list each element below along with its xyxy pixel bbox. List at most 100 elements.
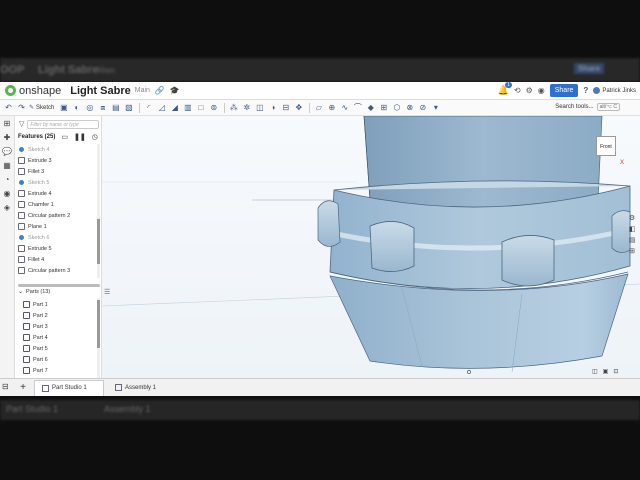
- feature-item[interactable]: Extrude 3: [18, 155, 96, 166]
- rib-icon[interactable]: ▥: [182, 103, 193, 113]
- draft-icon[interactable]: ◢: [169, 103, 180, 113]
- appearance-icon[interactable]: ▦: [2, 161, 12, 171]
- revolve-icon[interactable]: ◐: [71, 103, 82, 113]
- pause-icon[interactable]: ❚❚: [74, 133, 86, 141]
- link-icon[interactable]: 🔗: [155, 86, 165, 95]
- parts-scrollbar[interactable]: [97, 298, 100, 378]
- variables-icon[interactable]: ✚: [2, 133, 12, 143]
- surface-icon[interactable]: ◆: [365, 103, 376, 113]
- onshape-logo[interactable]: onshape: [5, 85, 61, 97]
- search-tools[interactable]: Search tools... alt/⌥ C: [555, 103, 620, 111]
- linear-pattern-icon[interactable]: ⁂: [228, 103, 239, 113]
- feature-item[interactable]: Extrude 5: [18, 243, 96, 254]
- features-icon[interactable]: ⊞: [2, 119, 12, 129]
- add-tab-button[interactable]: +: [16, 381, 30, 395]
- feature-item[interactable]: Sketch 5: [18, 177, 96, 188]
- plane-icon[interactable]: ▱: [313, 103, 324, 113]
- feature-item[interactable]: Plane 1: [18, 221, 96, 232]
- parts-header[interactable]: ⌄ Parts (13): [18, 288, 98, 296]
- fillet-icon[interactable]: ◜: [143, 103, 154, 113]
- branch-label[interactable]: Main: [135, 87, 150, 94]
- redo-icon[interactable]: ↷: [16, 103, 27, 113]
- document-title[interactable]: Light Sabre: [70, 85, 131, 97]
- filter-input[interactable]: Filter by name or type: [27, 119, 99, 129]
- graduation-cap-icon[interactable]: 🎓: [170, 86, 180, 95]
- part-studio-icon: [42, 384, 49, 392]
- sketch-button[interactable]: ✎ Sketch: [29, 104, 54, 112]
- feature-item[interactable]: Extrude 4: [18, 188, 96, 199]
- loft-icon[interactable]: ⧈: [97, 103, 108, 113]
- feature-item[interactable]: Fillet 3: [18, 166, 96, 177]
- thicken-icon[interactable]: ▤: [110, 103, 121, 113]
- part-item[interactable]: Part 3: [23, 321, 93, 332]
- feature-scrollbar[interactable]: [97, 144, 100, 278]
- share-button[interactable]: Share: [549, 84, 579, 97]
- part-item[interactable]: Part 4: [23, 332, 93, 343]
- transform-icon[interactable]: ✥: [293, 103, 304, 113]
- model-render[interactable]: [102, 116, 640, 378]
- expand-panel-icon[interactable]: ☰: [104, 288, 113, 298]
- part-item[interactable]: Part 6: [23, 354, 93, 365]
- bill-of-materials-icon[interactable]: ▤: [626, 236, 638, 244]
- sweep-icon[interactable]: ◎: [84, 103, 95, 113]
- mate-connector-icon[interactable]: ⊕: [326, 103, 337, 113]
- named-views-icon[interactable]: ⊡: [613, 368, 618, 375]
- feature-item[interactable]: Sketch 4: [18, 144, 96, 155]
- mass-properties-icon[interactable]: ⊞: [626, 247, 638, 255]
- part-item[interactable]: Part 5: [23, 343, 93, 354]
- mirror-icon[interactable]: ◫: [254, 103, 265, 113]
- more-tools-icon[interactable]: ▾: [430, 103, 441, 113]
- undo-history-icon[interactable]: ⟲: [514, 86, 521, 95]
- shell-icon[interactable]: □: [195, 103, 206, 113]
- tab-manager-icon[interactable]: ⊟: [2, 382, 9, 391]
- rollback-icon[interactable]: ▭: [61, 133, 68, 141]
- undo-icon[interactable]: ↶: [3, 103, 14, 113]
- feature-item[interactable]: Circular pattern 3: [18, 265, 96, 276]
- graphics-viewport[interactable]: Front X ⚙ ◧ ▤ ⊞ ◫ ▣ ⊡: [102, 116, 640, 378]
- parts-scroll-thumb[interactable]: [97, 300, 100, 348]
- tab-part-studio-1[interactable]: Part Studio 1: [34, 379, 104, 396]
- measure-icon[interactable]: ⊘: [417, 103, 428, 113]
- part-item[interactable]: Part 7: [23, 365, 93, 376]
- feature-item[interactable]: Circular pattern 2: [18, 210, 96, 221]
- split-icon[interactable]: ⊟: [280, 103, 291, 113]
- parts-library-icon[interactable]: ◈: [2, 203, 12, 213]
- comments-icon[interactable]: 💬: [2, 147, 12, 157]
- part-item[interactable]: Part 2: [23, 310, 93, 321]
- part-item[interactable]: Part 1: [23, 299, 93, 310]
- user-menu[interactable]: Patrick Jinks: [593, 87, 636, 94]
- feature-item[interactable]: Chamfer 1: [18, 199, 96, 210]
- feature-scroll-thumb[interactable]: [97, 219, 100, 264]
- filter-icon[interactable]: ▽: [19, 120, 24, 128]
- custom-feature-icon[interactable]: ⬡: [391, 103, 402, 113]
- display-mode-icon[interactable]: ▣: [603, 368, 609, 375]
- help-button[interactable]: ?: [583, 86, 588, 95]
- view-cube-face[interactable]: Front: [596, 136, 616, 156]
- hole-icon[interactable]: ⊚: [208, 103, 219, 113]
- assembly-icon: [115, 384, 122, 391]
- view-cube[interactable]: Front X: [588, 124, 624, 166]
- versions-icon[interactable]: ⚙: [526, 86, 533, 95]
- app-store-icon[interactable]: ◉: [538, 86, 545, 95]
- helix-icon[interactable]: ∿: [339, 103, 350, 113]
- circular-pattern-icon[interactable]: ✲: [241, 103, 252, 113]
- panel-divider[interactable]: [18, 284, 100, 287]
- history-icon[interactable]: ◷: [92, 133, 98, 141]
- properties-icon[interactable]: ◉: [2, 189, 12, 199]
- sheet-metal-icon[interactable]: ⊞: [378, 103, 389, 113]
- notifications-icon[interactable]: 🔔 1: [498, 82, 512, 96]
- feature-item[interactable]: Fillet 4: [18, 254, 96, 265]
- enclose-icon[interactable]: ▧: [123, 103, 134, 113]
- configurations-icon[interactable]: ◔: [2, 175, 12, 185]
- appearance-panel-icon[interactable]: ◧: [626, 225, 638, 233]
- feature-item[interactable]: Sketch 6: [18, 232, 96, 243]
- extrude-icon[interactable]: ▣: [58, 103, 69, 113]
- boolean-icon[interactable]: ◑: [267, 103, 278, 113]
- section-view-icon[interactable]: ◫: [592, 368, 598, 375]
- variable-icon[interactable]: ⊗: [404, 103, 415, 113]
- configuration-panel-icon[interactable]: ⚙: [626, 214, 638, 222]
- tab-assembly-1[interactable]: Assembly 1: [108, 380, 163, 396]
- ghost-share: Share: [574, 63, 605, 74]
- chamfer-icon[interactable]: ◿: [156, 103, 167, 113]
- curve-icon[interactable]: ⌒: [352, 103, 363, 113]
